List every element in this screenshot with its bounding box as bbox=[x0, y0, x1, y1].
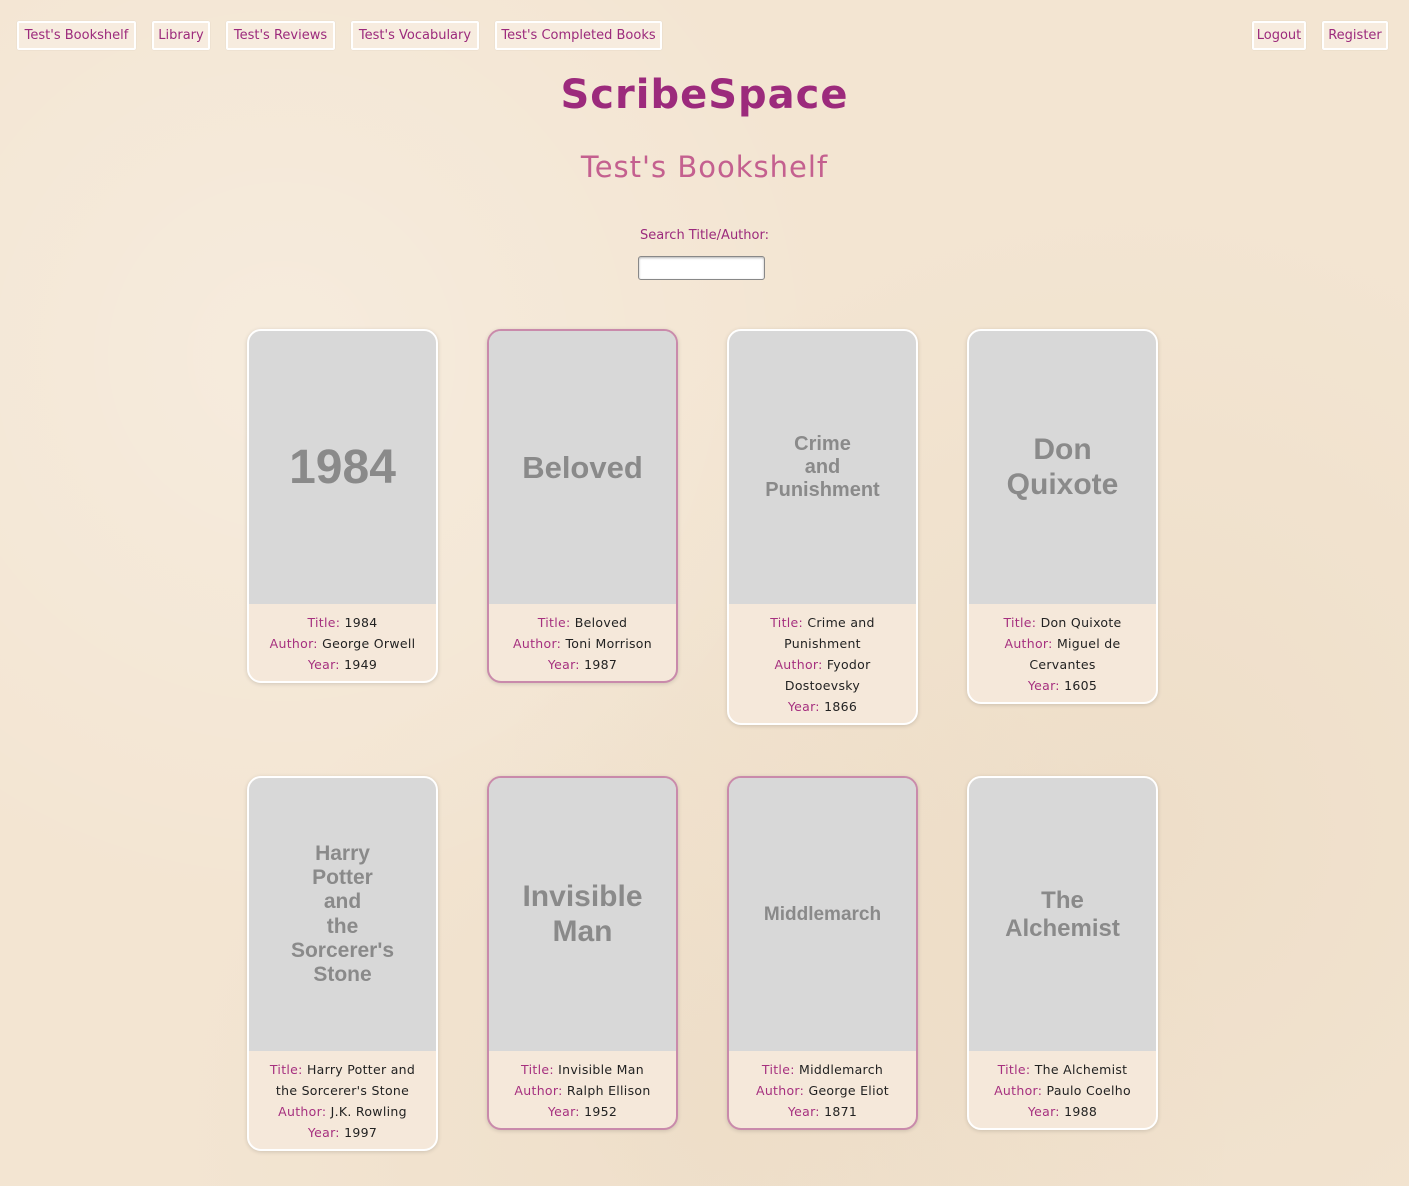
search-input[interactable] bbox=[638, 256, 765, 280]
year-label: Year: bbox=[547, 1104, 580, 1119]
book-info: Title: Middlemarch Author: George Eliot … bbox=[729, 1051, 916, 1128]
page-title: Test's Bookshelf bbox=[580, 150, 829, 184]
book-title: Invisible Man bbox=[558, 1062, 644, 1077]
year-label: Year: bbox=[307, 1125, 340, 1140]
book-card[interactable]: Beloved Title: Beloved Author: Toni Morr… bbox=[487, 329, 678, 683]
book-cover: Beloved bbox=[489, 331, 676, 604]
book-card[interactable]: Middlemarch Title: Middlemarch Author: G… bbox=[727, 776, 918, 1130]
author-label: Author: bbox=[514, 1083, 563, 1098]
book-author: George Orwell bbox=[322, 636, 416, 651]
book-title: Beloved bbox=[574, 615, 628, 630]
year-label: Year: bbox=[787, 1104, 820, 1119]
author-label: Author: bbox=[1004, 636, 1053, 651]
book-year: 1987 bbox=[584, 657, 618, 672]
book-title: The Alchemist bbox=[1034, 1062, 1128, 1077]
title-label: Title: bbox=[269, 1062, 303, 1077]
book-cover: The Alchemist bbox=[969, 778, 1156, 1051]
cover-title: Crime and Punishment bbox=[765, 433, 880, 501]
book-card[interactable]: Invisible Man Title: Invisible Man Autho… bbox=[487, 776, 678, 1130]
author-label: Author: bbox=[269, 636, 318, 651]
book-title: 1984 bbox=[344, 615, 378, 630]
cover-title: Don Quixote bbox=[1006, 433, 1119, 501]
book-year: 1605 bbox=[1064, 678, 1098, 693]
cover-title: Middlemarch bbox=[763, 903, 882, 925]
title-label: Title: bbox=[521, 1062, 554, 1077]
book-card[interactable]: 1984 Title: 1984 Author: George Orwell Y… bbox=[247, 329, 438, 683]
nav-completed-books-button[interactable]: Test's Completed Books bbox=[495, 21, 662, 50]
book-info: Title: Crime and Punishment Author: Fyod… bbox=[729, 604, 916, 723]
year-label: Year: bbox=[547, 657, 580, 672]
year-label: Year: bbox=[1027, 1104, 1060, 1119]
cover-title: 1984 bbox=[289, 440, 396, 494]
book-card[interactable]: Harry Potter and the Sorcerer's Stone Ti… bbox=[247, 776, 438, 1151]
title-label: Title: bbox=[537, 615, 571, 630]
book-cover: 1984 bbox=[249, 331, 436, 604]
book-year: 1988 bbox=[1064, 1104, 1098, 1119]
book-year: 1949 bbox=[344, 657, 378, 672]
author-label: Author: bbox=[994, 1083, 1043, 1098]
book-info: Title: 1984 Author: George Orwell Year: … bbox=[249, 604, 436, 681]
book-year: 1866 bbox=[824, 699, 858, 714]
book-info: Title: Beloved Author: Toni Morrison Yea… bbox=[489, 604, 676, 681]
book-cover: Invisible Man bbox=[489, 778, 676, 1051]
book-author: George Eliot bbox=[808, 1083, 889, 1098]
title-label: Title: bbox=[761, 1062, 795, 1077]
cover-title: Harry Potter and the Sorcerer's Stone bbox=[290, 842, 395, 986]
book-title: Middlemarch bbox=[799, 1062, 884, 1077]
book-cover: Crime and Punishment bbox=[729, 331, 916, 604]
author-label: Author: bbox=[755, 1083, 805, 1098]
author-label: Author: bbox=[513, 636, 562, 651]
title-label: Title: bbox=[307, 615, 341, 630]
book-card[interactable]: Don Quixote Title: Don Quixote Author: M… bbox=[967, 329, 1158, 704]
book-info: Title: Harry Potter and the Sorcerer's S… bbox=[249, 1051, 436, 1149]
book-cover: Harry Potter and the Sorcerer's Stone bbox=[249, 778, 436, 1051]
book-cover: Don Quixote bbox=[969, 331, 1156, 604]
search-label: Search Title/Author: bbox=[640, 228, 769, 243]
book-author: Paulo Coelho bbox=[1046, 1083, 1131, 1098]
title-label: Title: bbox=[770, 615, 804, 630]
nav-library-button[interactable]: Library bbox=[152, 21, 210, 50]
book-author: Ralph Ellison bbox=[566, 1083, 651, 1098]
book-author: J.K. Rowling bbox=[330, 1104, 407, 1119]
book-year: 1871 bbox=[824, 1104, 858, 1119]
book-title: Don Quixote bbox=[1040, 615, 1122, 630]
nav-reviews-button[interactable]: Test's Reviews bbox=[226, 21, 335, 50]
cover-title: Invisible Man bbox=[522, 880, 643, 948]
cover-title: The Alchemist bbox=[1005, 886, 1120, 942]
site-title: ScribeSpace bbox=[560, 72, 849, 118]
book-year: 1952 bbox=[584, 1104, 618, 1119]
year-label: Year: bbox=[1027, 678, 1060, 693]
book-year: 1997 bbox=[344, 1125, 378, 1140]
nav-bookshelf-button[interactable]: Test's Bookshelf bbox=[17, 21, 136, 50]
register-button[interactable]: Register bbox=[1322, 21, 1388, 50]
book-cover: Middlemarch bbox=[729, 778, 916, 1051]
title-label: Title: bbox=[1003, 615, 1037, 630]
book-card[interactable]: Crime and Punishment Title: Crime and Pu… bbox=[727, 329, 918, 725]
year-label: Year: bbox=[307, 657, 340, 672]
book-author: Toni Morrison bbox=[565, 636, 652, 651]
cover-title: Beloved bbox=[522, 449, 643, 485]
nav-vocabulary-button[interactable]: Test's Vocabulary bbox=[351, 21, 479, 50]
book-info: Title: Don Quixote Author: Miguel de Cer… bbox=[969, 604, 1156, 702]
year-label: Year: bbox=[787, 699, 820, 714]
book-info: Title: The Alchemist Author: Paulo Coelh… bbox=[969, 1051, 1156, 1128]
author-label: Author: bbox=[774, 657, 823, 672]
book-card[interactable]: The Alchemist Title: The Alchemist Autho… bbox=[967, 776, 1158, 1130]
author-label: Author: bbox=[278, 1104, 327, 1119]
title-label: Title: bbox=[997, 1062, 1031, 1077]
book-info: Title: Invisible Man Author: Ralph Ellis… bbox=[489, 1051, 676, 1128]
logout-button[interactable]: Logout bbox=[1252, 21, 1306, 50]
